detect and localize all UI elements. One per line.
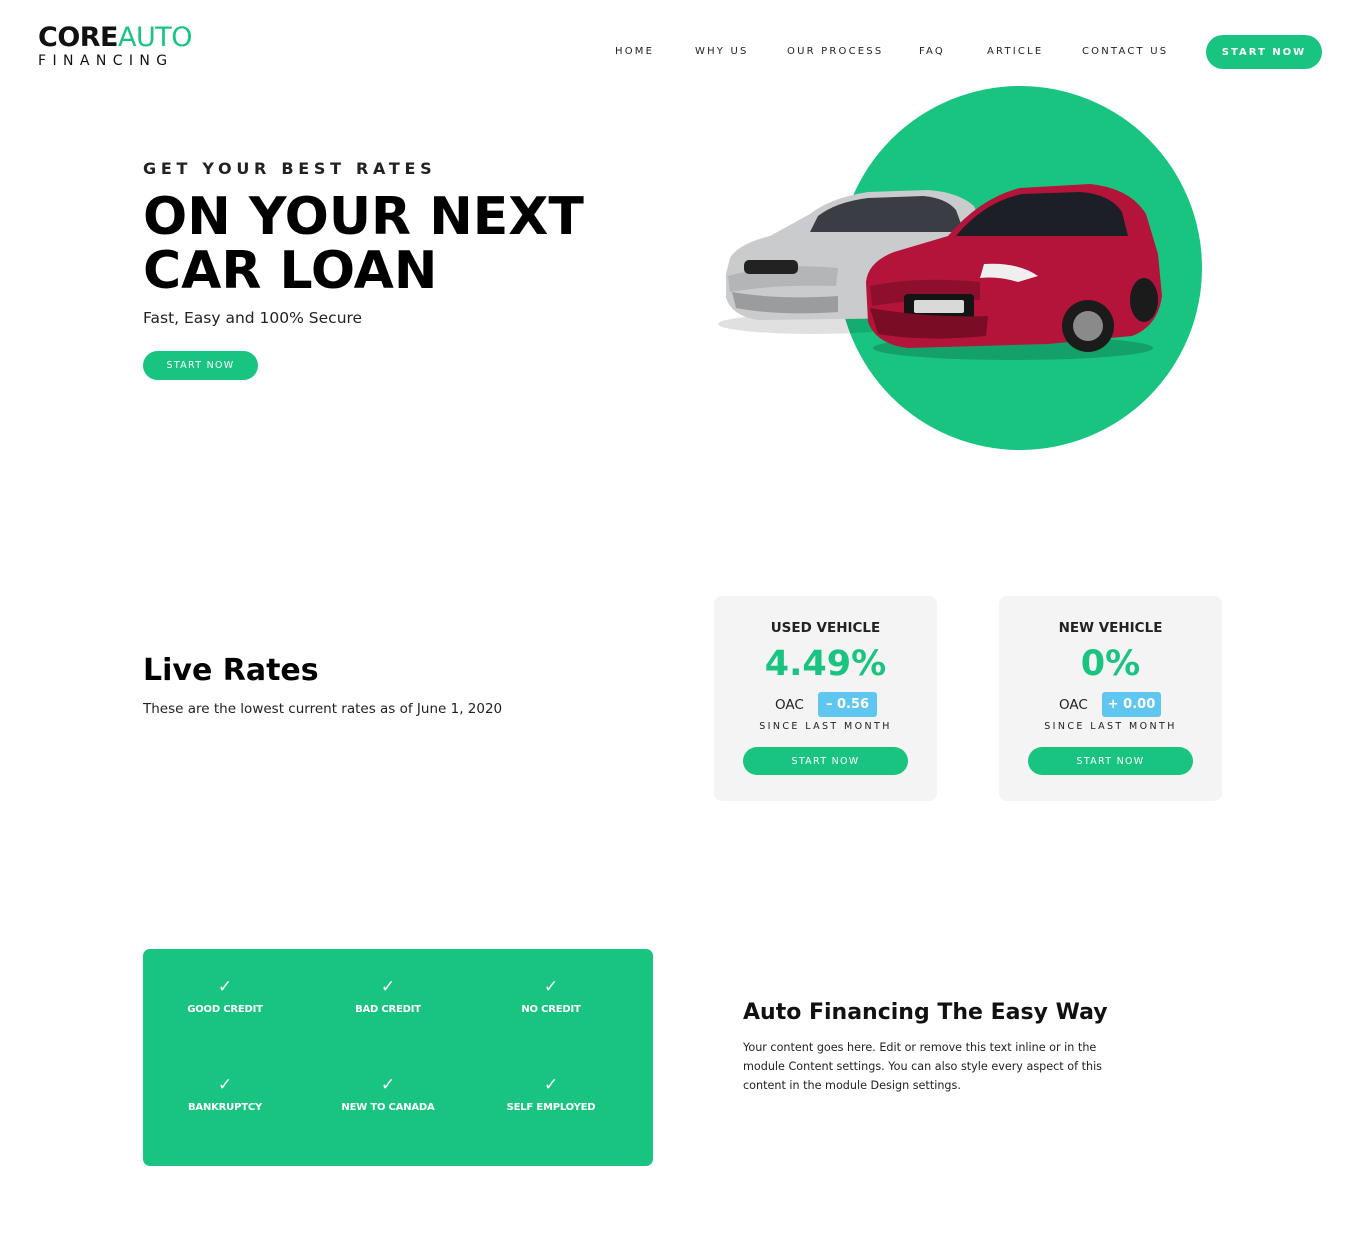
check-icon: ✓ (380, 1075, 396, 1095)
easy-way-title: Auto Financing The Easy Way (743, 1000, 1108, 1025)
rate-card-oac-label: OAC (775, 697, 804, 713)
credit-item-self-employed: ✓ SELF EMPLOYED (476, 1076, 626, 1113)
live-rates-title: Live Rates (143, 653, 319, 688)
nav-article[interactable]: ARTICLE (987, 46, 1043, 57)
check-icon: ✓ (217, 1075, 233, 1095)
hero-start-now-button[interactable]: START NOW (143, 351, 258, 380)
credit-item-label: GOOD CREDIT (187, 1004, 263, 1015)
hero-cars-image (718, 86, 1202, 450)
credit-types-panel: ✓ GOOD CREDIT ✓ BAD CREDIT ✓ NO CREDIT ✓… (143, 949, 653, 1166)
new-vehicle-rate-card: NEW VEHICLE 0% OAC + 0.00 SINCE LAST MON… (999, 596, 1222, 801)
hero-kicker: GET YOUR BEST RATES (143, 159, 437, 178)
credit-item-label: BANKRUPTCY (187, 1102, 263, 1113)
live-rates-description: These are the lowest current rates as of… (143, 701, 503, 717)
nav-our-process[interactable]: OUR PROCESS (787, 46, 883, 57)
rate-change-badge: + 0.00 (1102, 692, 1161, 717)
check-icon: ✓ (380, 977, 396, 997)
rate-card-value: 4.49% (764, 644, 887, 684)
hero-title: ON YOUR NEXT CAR LOAN (143, 190, 663, 298)
credit-item-good-credit: ✓ GOOD CREDIT (150, 978, 300, 1015)
credit-item-label: SELF EMPLOYED (506, 1102, 596, 1113)
easy-way-text: Your content goes here. Edit or remove t… (743, 1041, 1103, 1092)
rate-card-oac-label: OAC (1059, 697, 1088, 713)
main-nav: HOME WHY US OUR PROCESS FAQ ARTICLE CONT… (0, 46, 1364, 60)
new-vehicle-start-now-button[interactable]: START NOW (1028, 747, 1193, 775)
rate-card-title: NEW VEHICLE (1058, 620, 1163, 636)
credit-item-bankruptcy: ✓ BANKRUPTCY (150, 1076, 300, 1113)
credit-item-label: BAD CREDIT (355, 1004, 421, 1015)
rate-card-since-label: SINCE LAST MONTH (1044, 721, 1177, 732)
used-vehicle-rate-card: USED VEHICLE 4.49% OAC – 0.56 SINCE LAST… (714, 596, 937, 801)
rate-card-since-label: SINCE LAST MONTH (759, 721, 892, 732)
credit-item-label: NO CREDIT (521, 1004, 581, 1015)
nav-contact-us[interactable]: CONTACT US (1082, 46, 1168, 57)
credit-item-bad-credit: ✓ BAD CREDIT (313, 978, 463, 1015)
credit-item-label: NEW TO CANADA (341, 1102, 435, 1113)
credit-item-no-credit: ✓ NO CREDIT (476, 978, 626, 1015)
nav-home[interactable]: HOME (615, 46, 654, 57)
check-icon: ✓ (543, 977, 559, 997)
site-logo[interactable]: COREAUTO FINANCING (38, 22, 192, 68)
used-vehicle-start-now-button[interactable]: START NOW (743, 747, 908, 775)
hero-title-line-2: CAR LOAN (143, 241, 438, 301)
hero-subtitle: Fast, Easy and 100% Secure (143, 309, 363, 327)
rate-card-value: 0% (1080, 644, 1141, 684)
nav-faq[interactable]: FAQ (919, 46, 945, 57)
check-icon: ✓ (543, 1075, 559, 1095)
header-start-now-button[interactable]: START NOW (1206, 35, 1322, 69)
rate-card-title: USED VEHICLE (770, 620, 881, 636)
credit-item-new-to-canada: ✓ NEW TO CANADA (313, 1076, 463, 1113)
rate-change-badge: – 0.56 (818, 692, 877, 717)
nav-why-us[interactable]: WHY US (695, 46, 749, 57)
hero-title-line-1: ON YOUR NEXT (143, 187, 584, 247)
check-icon: ✓ (217, 977, 233, 997)
